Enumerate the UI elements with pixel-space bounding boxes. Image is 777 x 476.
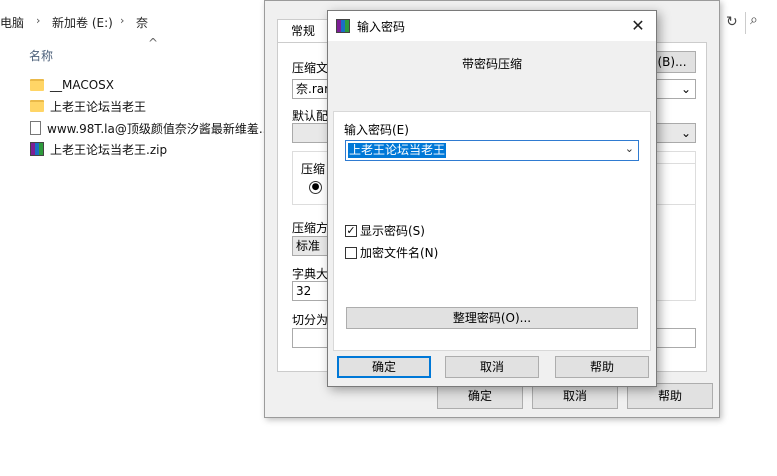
show-password-label: 显示密码(S): [360, 224, 425, 238]
archive-name-value: 奈.rar: [296, 82, 330, 96]
checkbox-checked-icon: ✓: [345, 223, 357, 237]
file-list-item[interactable]: 上老王论坛当老王: [30, 96, 146, 116]
winrar-icon: [336, 19, 350, 33]
document-icon: [30, 121, 41, 135]
dialog-title: 输入密码: [357, 20, 406, 34]
dialog-title-bar[interactable]: 输入密码 ✕: [328, 11, 656, 41]
password-dialog: 输入密码 ✕ 带密码压缩 输入密码(E) 上老王论坛当老王 ⌄ ✓ 显示密码(S…: [327, 10, 657, 387]
chevron-down-icon: ⌄: [680, 126, 691, 140]
cancel-button[interactable]: 取消: [445, 356, 539, 378]
help-button[interactable]: 帮助: [555, 356, 649, 378]
column-header-name[interactable]: 名称: [29, 47, 53, 64]
sort-ascending-icon: ^: [148, 36, 159, 50]
radio-selected-icon: ●: [309, 181, 322, 194]
file-list-item[interactable]: 上老王论坛当老王.zip: [30, 139, 167, 159]
breadcrumb-drive[interactable]: 新加卷 (E:): [52, 14, 113, 31]
dialog-heading: 带密码压缩: [461, 57, 522, 71]
dictionary-size-label: 字典大: [292, 267, 329, 281]
breadcrumb-this-pc[interactable]: 电脑: [0, 14, 24, 31]
file-name: 上老王论坛当老王.zip: [50, 142, 168, 157]
file-list-item[interactable]: www.98T.la@顶级颜值奈汐酱最新维羞...: [30, 118, 270, 138]
show-password-checkbox[interactable]: ✓ 显示密码(S): [345, 222, 425, 239]
archive-name-label: 压缩文: [292, 61, 329, 75]
file-list-item[interactable]: __MACOSX: [30, 75, 114, 95]
options-group: [656, 163, 696, 301]
ok-button[interactable]: 确定: [337, 356, 431, 378]
breadcrumb-separator-icon: ›: [120, 14, 125, 27]
breadcrumb-separator-icon: ›: [36, 14, 41, 27]
encrypt-filenames-checkbox[interactable]: 加密文件名(N): [345, 244, 438, 261]
chevron-down-icon[interactable]: ⌄: [625, 142, 634, 155]
search-icon[interactable]: ⌕: [745, 12, 777, 34]
checkbox-unchecked-icon: [345, 246, 357, 259]
file-name: www.98T.la@顶级颜值奈汐酱最新维羞...: [47, 121, 271, 136]
close-icon[interactable]: ✕: [626, 14, 650, 38]
file-name: 上老王论坛当老王: [50, 99, 147, 114]
folder-icon: [30, 100, 44, 112]
archive-icon: [30, 142, 44, 156]
breadcrumb-folder[interactable]: 奈: [136, 14, 148, 31]
password-input[interactable]: 上老王论坛当老王 ⌄: [345, 140, 639, 161]
refresh-icon[interactable]: ↻: [726, 14, 742, 32]
chevron-down-icon: ⌄: [680, 82, 691, 96]
password-value: 上老王论坛当老王: [348, 143, 447, 158]
archive-format-label: 压缩: [301, 162, 326, 176]
default-profile-label: 默认配: [292, 109, 329, 123]
compression-method-label: 压缩方: [292, 221, 329, 235]
tab-general[interactable]: 常规: [277, 19, 329, 43]
split-volumes-label: 切分为: [292, 313, 329, 327]
organize-passwords-button[interactable]: 整理密码(O)...: [346, 307, 638, 329]
password-label: 输入密码(E): [344, 123, 409, 137]
folder-icon: [30, 79, 44, 91]
encrypt-filenames-label: 加密文件名(N): [360, 246, 439, 260]
file-name: __MACOSX: [50, 78, 115, 92]
